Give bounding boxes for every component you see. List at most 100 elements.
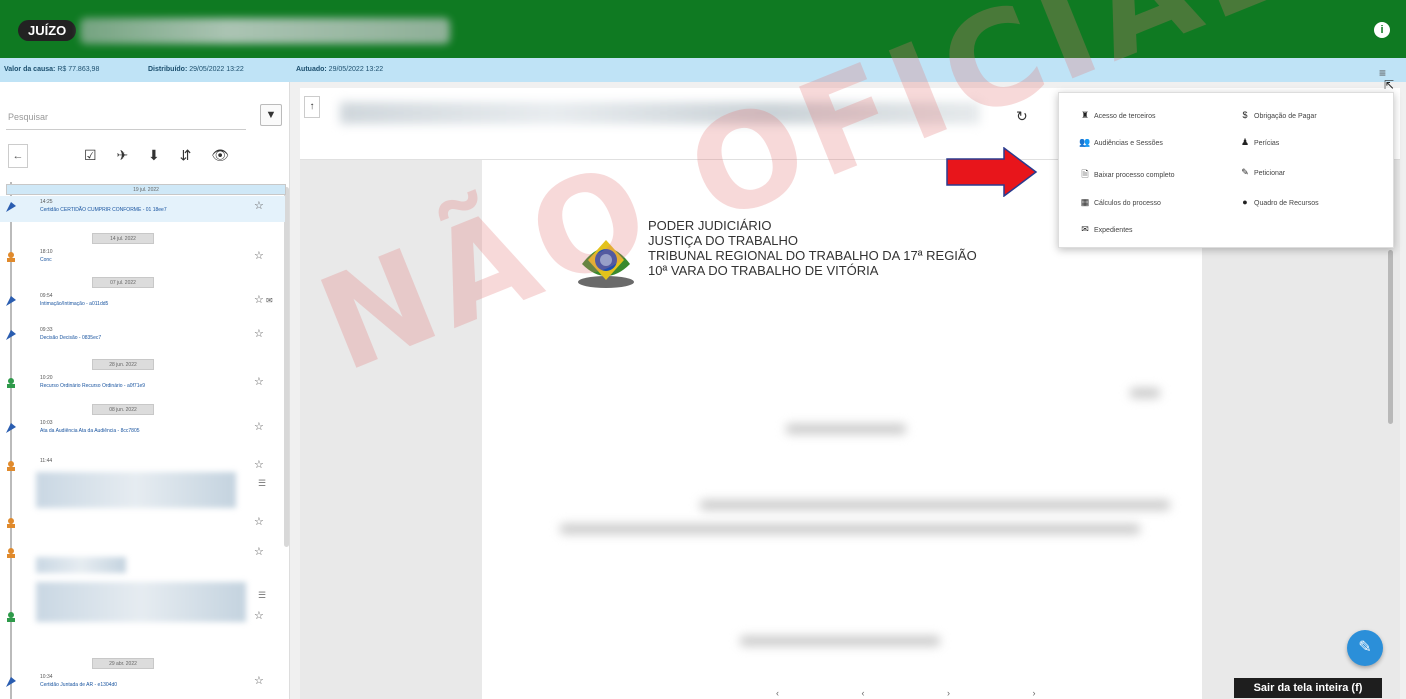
page-navigation[interactable]: ‹ ‹ › › bbox=[776, 688, 1076, 698]
edit-fab-button[interactable]: ✎ bbox=[1347, 630, 1383, 666]
envelope-icon: ✉ bbox=[1081, 224, 1089, 234]
blurred-process-name bbox=[80, 18, 450, 44]
person-icon bbox=[7, 518, 15, 528]
blurred-content bbox=[36, 472, 236, 508]
pin-icon bbox=[6, 202, 16, 212]
pin-icon bbox=[6, 677, 16, 687]
exit-fullscreen-tooltip: Sair da tela inteira (f) bbox=[1234, 678, 1382, 698]
user-key-icon: ♜ bbox=[1080, 110, 1090, 120]
item-time: 09:54 bbox=[40, 293, 53, 299]
blurred-content bbox=[36, 557, 126, 573]
menu-item-audiencias[interactable]: 👥 Audiências e Sessões bbox=[1079, 137, 1163, 148]
date-separator: 29 abr. 2022 bbox=[92, 658, 154, 669]
item-time: 18:10 bbox=[40, 249, 53, 255]
search-input[interactable]: Pesquisar bbox=[6, 104, 246, 130]
mouse-cursor-icon: ⇱ bbox=[1384, 78, 1395, 92]
pin-icon bbox=[6, 423, 16, 433]
pin-icon bbox=[6, 296, 16, 306]
timeline-item[interactable]: ☆ bbox=[0, 512, 285, 538]
user-icon: ♟ bbox=[1240, 137, 1250, 147]
star-icon[interactable]: ☆ bbox=[254, 515, 264, 528]
timeline-action-icons[interactable]: ☑ ✈ ⬇ ⇵ 👁 bbox=[84, 147, 237, 164]
blurred-text bbox=[560, 524, 1140, 534]
item-time: 14:25 bbox=[40, 199, 53, 205]
person-icon bbox=[7, 612, 15, 622]
timeline-item[interactable]: 10:20 Recurso Ordinário Recurso Ordinári… bbox=[0, 372, 285, 398]
list-icon[interactable]: ☰ bbox=[258, 478, 266, 489]
star-icon[interactable]: ☆ bbox=[254, 249, 264, 262]
star-icon[interactable]: ☆ bbox=[254, 327, 264, 340]
item-time: 10:20 bbox=[40, 375, 53, 381]
timeline-list: 19 jul. 2022 14:25 Certidão CERTIDÃO CUM… bbox=[0, 182, 290, 699]
star-icon[interactable]: ☆ bbox=[254, 674, 264, 687]
juizo-badge: JUÍZO bbox=[18, 20, 77, 41]
dollar-icon: $ bbox=[1242, 110, 1248, 120]
star-icon[interactable]: ☆ bbox=[254, 420, 264, 433]
item-link[interactable]: Ata da Audiência Ata da Audiência - 8cc7… bbox=[40, 428, 140, 434]
item-link[interactable]: Intimação/Intimação - a011dd5 bbox=[40, 301, 108, 307]
date-separator: 08 jun. 2022 bbox=[92, 404, 154, 415]
item-time: 10:03 bbox=[40, 420, 53, 426]
arrow-up-icon[interactable]: ↑ bbox=[304, 96, 320, 118]
item-link[interactable]: Certidão Juntada de AR - e1304d0 bbox=[40, 682, 117, 688]
blurred-text bbox=[700, 500, 1170, 510]
pin-icon bbox=[6, 330, 16, 340]
menu-item-pericias[interactable]: ♟ Perícias bbox=[1239, 137, 1279, 148]
file-icon: 🗎 bbox=[1081, 169, 1089, 179]
autuado: Autuado: 29/05/2022 13:22 bbox=[296, 66, 384, 73]
menu-item-baixar-processo[interactable]: 🗎 Baixar processo completo bbox=[1079, 167, 1174, 183]
timeline-panel: Pesquisar ▼ ← ☑ ✈ ⬇ ⇵ 👁 19 jul. 2022 14:… bbox=[0, 82, 290, 699]
document-scrollbar[interactable] bbox=[1388, 250, 1393, 424]
item-time: 11:44 bbox=[40, 458, 53, 464]
item-time: 09:33 bbox=[40, 327, 53, 333]
timeline-item[interactable]: 18:10 Conc ☆ bbox=[0, 246, 285, 272]
valor-causa: Valor da causa: R$ 77.863,98 bbox=[4, 66, 100, 73]
menu-item-acesso-terceiros[interactable]: ♜ Acesso de terceiros bbox=[1079, 110, 1156, 121]
menu-item-expedientes[interactable]: ✉ Expedientes bbox=[1079, 224, 1132, 235]
star-icon[interactable]: ☆ bbox=[254, 545, 264, 558]
filter-icon[interactable]: ▼ bbox=[260, 104, 282, 126]
header-line: 10ª VARA DO TRABALHO DE VITÓRIA bbox=[648, 263, 879, 278]
person-icon bbox=[7, 548, 15, 558]
calculator-icon: ▦ bbox=[1080, 197, 1090, 207]
person-icon bbox=[7, 252, 15, 262]
blurred-text bbox=[786, 424, 906, 434]
blurred-text bbox=[740, 636, 940, 646]
distribuido: Distribuído: 29/05/2022 13:22 bbox=[148, 66, 244, 73]
red-arrow-icon bbox=[946, 147, 1038, 197]
envelope-icon[interactable]: ✉ bbox=[266, 296, 273, 305]
star-icon[interactable]: ☆ bbox=[254, 199, 264, 212]
tint-icon: ● bbox=[1242, 197, 1248, 207]
timeline-item[interactable]: ☆ bbox=[0, 606, 285, 632]
timeline-item[interactable]: 10:03 Ata da Audiência Ata da Audiência … bbox=[0, 417, 285, 443]
star-icon[interactable]: ☆ bbox=[254, 458, 264, 471]
pencil-icon: ✎ bbox=[1241, 167, 1249, 177]
person-icon bbox=[7, 378, 15, 388]
star-icon[interactable]: ☆ bbox=[254, 375, 264, 388]
menu-item-quadro-recursos[interactable]: ● Quadro de Recursos bbox=[1239, 197, 1318, 207]
timeline-item[interactable]: 10:34 Certidão Juntada de AR - e1304d0 ☆ bbox=[0, 671, 285, 697]
item-link[interactable]: Decisão Decisão - 0835ec7 bbox=[40, 335, 101, 341]
timeline-item[interactable]: 14:25 Certidão CERTIDÃO CUMPRIR CONFORME… bbox=[0, 196, 285, 222]
back-arrow-icon[interactable]: ← bbox=[8, 144, 28, 168]
item-link[interactable]: Certidão CERTIDÃO CUMPRIR CONFORME - 01 … bbox=[40, 207, 167, 213]
date-separator: 14 jul. 2022 bbox=[92, 233, 154, 244]
star-icon[interactable]: ☆ bbox=[254, 609, 264, 622]
timeline-item[interactable]: 09:33 Decisão Decisão - 0835ec7 ☆ bbox=[0, 324, 285, 350]
menu-item-calculos[interactable]: ▦ Cálculos do processo bbox=[1079, 197, 1161, 208]
menu-item-peticionar[interactable]: ✎ Peticionar bbox=[1239, 167, 1285, 178]
date-separator: 19 jul. 2022 bbox=[6, 184, 286, 195]
date-separator: 07 jul. 2022 bbox=[92, 277, 154, 288]
item-link[interactable]: Recurso Ordinário Recurso Ordinário - a0… bbox=[40, 383, 145, 389]
timeline-toolbar: ← ☑ ✈ ⬇ ⇵ 👁 bbox=[8, 144, 288, 170]
process-actions-menu: ♜ Acesso de terceiros 👥 Audiências e Sessõ… bbox=[1058, 92, 1394, 248]
date-separator: 28 jun. 2022 bbox=[92, 359, 154, 370]
timeline-scrollbar[interactable] bbox=[284, 187, 289, 547]
timeline-item[interactable]: 09:54 Intimação/Intimação - a011dd5 ☆ ✉ bbox=[0, 290, 285, 316]
info-icon[interactable]: i bbox=[1374, 22, 1390, 38]
users-icon: 👥 bbox=[1079, 137, 1091, 147]
item-link[interactable]: Conc bbox=[40, 257, 52, 263]
star-icon[interactable]: ☆ bbox=[254, 293, 264, 306]
menu-item-obrigacao-pagar[interactable]: $ Obrigação de Pagar bbox=[1239, 110, 1316, 120]
list-icon[interactable]: ☰ bbox=[258, 590, 266, 601]
